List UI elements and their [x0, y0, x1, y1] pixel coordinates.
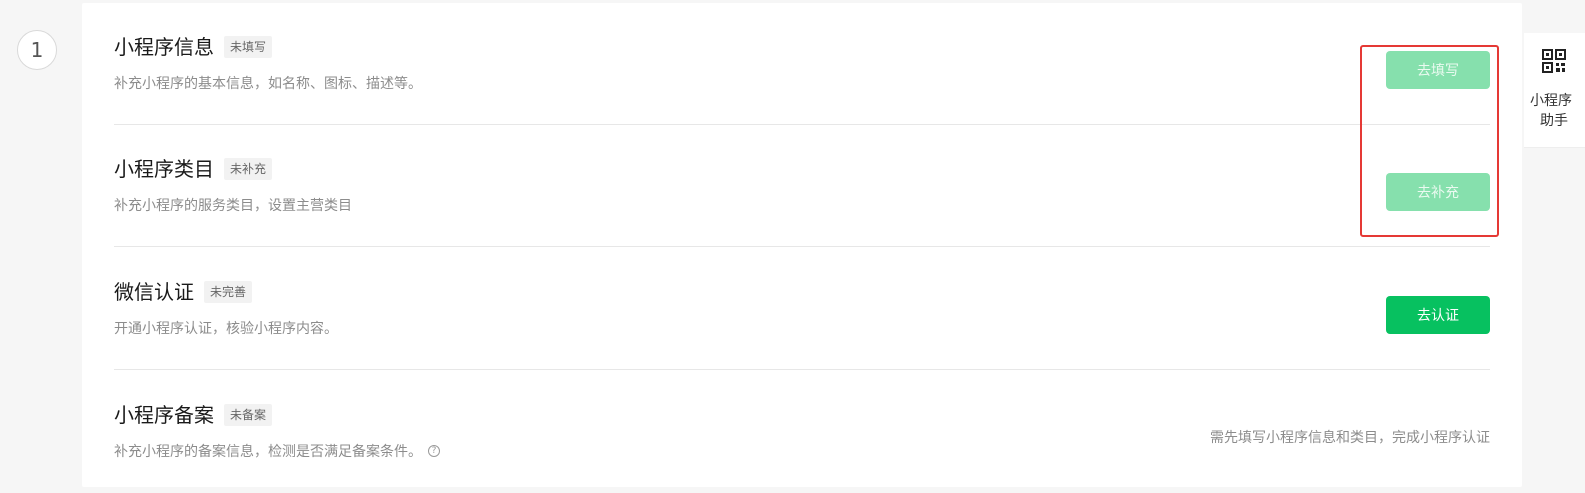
row-title-group: 微信认证 未完善	[114, 278, 253, 306]
row-title: 小程序类目	[114, 157, 214, 181]
mini-program-assistant-widget[interactable]: 小程序 助手	[1524, 33, 1585, 148]
fill-in-button[interactable]: 去填写	[1386, 51, 1490, 89]
task-row-mini-program-info: 小程序信息 未填写 补充小程序的基本信息，如名称、图标、描述等。 去填写	[114, 3, 1490, 125]
row-description: 补充小程序的服务类目，设置主营类目	[114, 198, 352, 214]
row-title: 微信认证	[114, 280, 194, 304]
widget-label: 小程序 助手	[1530, 93, 1572, 129]
row-title: 小程序信息	[114, 35, 214, 59]
step-number: 1	[17, 30, 57, 70]
question-circle-icon[interactable]: ?	[428, 445, 440, 457]
status-badge: 未备案	[224, 404, 273, 426]
row-description: 补充小程序的基本信息，如名称、图标、描述等。	[114, 76, 422, 92]
task-panel: 小程序信息 未填写 补充小程序的基本信息，如名称、图标、描述等。 去填写 小程序…	[82, 3, 1522, 487]
row-title-group: 小程序信息 未填写	[114, 33, 273, 61]
row-title-group: 小程序备案 未备案	[114, 401, 273, 429]
row-description: 开通小程序认证，核验小程序内容。	[114, 321, 338, 337]
row-title-group: 小程序类目 未补充	[114, 155, 273, 183]
verify-button[interactable]: 去认证	[1386, 296, 1490, 334]
qr-code-icon	[1542, 49, 1566, 73]
supplement-button[interactable]: 去补充	[1386, 173, 1490, 211]
prerequisite-note: 需先填写小程序信息和类目，完成小程序认证	[1210, 430, 1490, 446]
task-row-category: 小程序类目 未补充 补充小程序的服务类目，设置主营类目 去补充	[114, 125, 1490, 247]
row-title: 小程序备案	[114, 403, 214, 427]
status-badge: 未完善	[204, 281, 253, 303]
row-description: 补充小程序的备案信息，检测是否满足备案条件。	[114, 444, 422, 460]
status-badge: 未补充	[224, 158, 273, 180]
row-description-group: 补充小程序的备案信息，检测是否满足备案条件。 ?	[114, 441, 440, 461]
task-row-wechat-verification: 微信认证 未完善 开通小程序认证，核验小程序内容。 去认证	[114, 248, 1490, 370]
task-row-filing: 小程序备案 未备案 补充小程序的备案信息，检测是否满足备案条件。 ? 需先填写小…	[114, 371, 1490, 493]
status-badge: 未填写	[224, 36, 273, 58]
